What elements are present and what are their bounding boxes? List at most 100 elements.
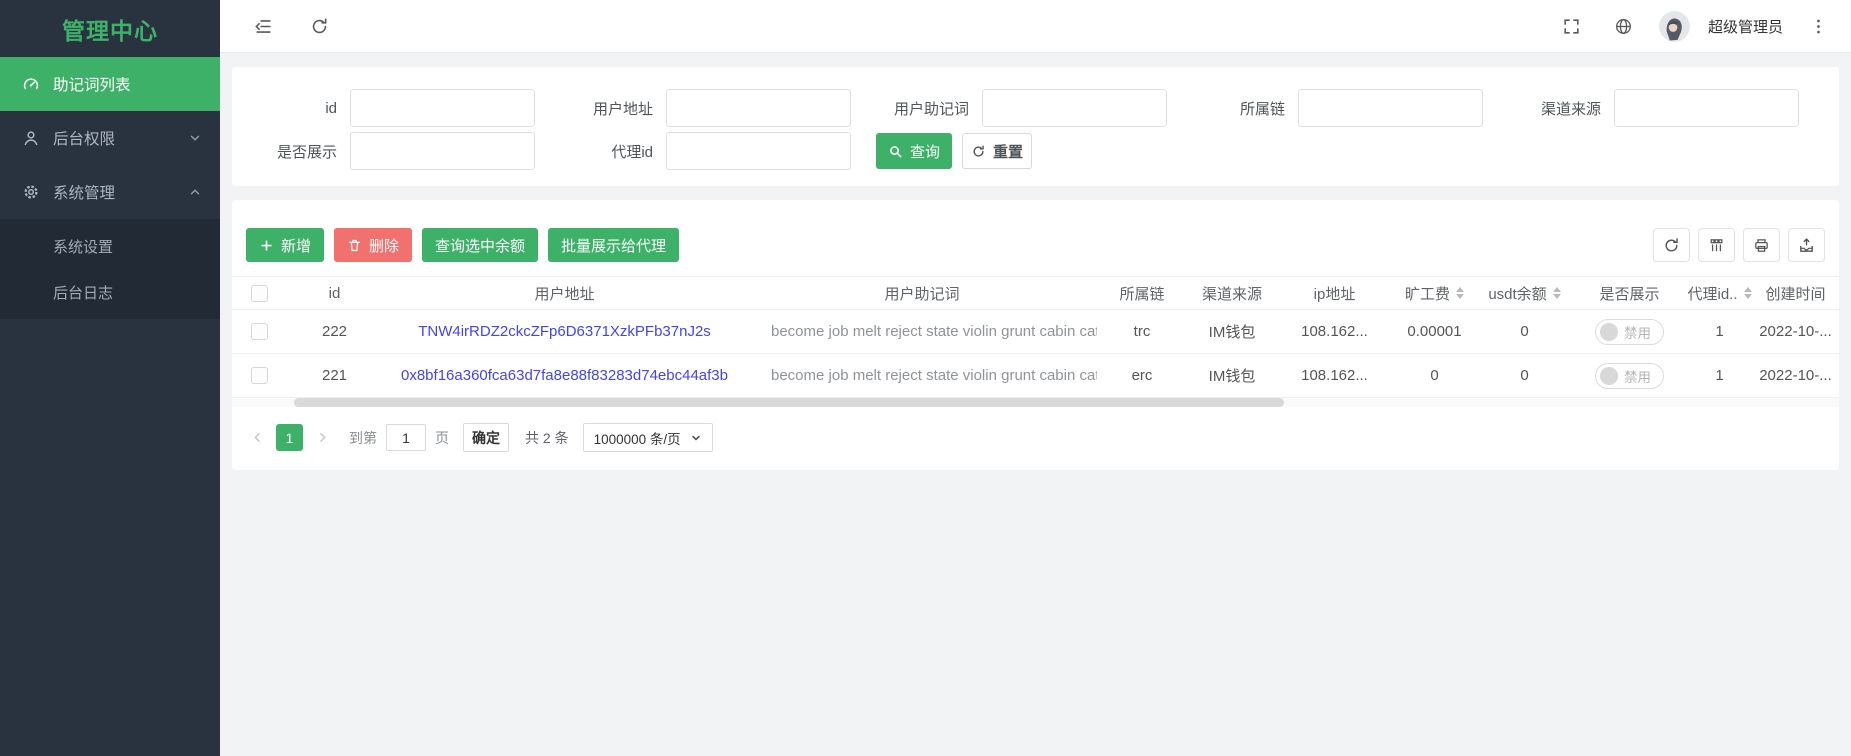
field-agent: 代理id [535,132,851,170]
query-button[interactable]: 查询 [876,133,952,169]
sidebar-item-backend-permission[interactable]: 后台权限 [0,111,220,165]
pagination: 1 到第 页 确定 共 2 条 1000000 条/页 [232,419,1839,460]
horizontal-scrollbar-thumb[interactable] [294,398,1284,407]
table-row: 222 TNW4irRDZ2ckcZFp6D6371XzkPFb37nJ2s b… [232,310,1839,354]
language-globe-icon[interactable] [1607,9,1641,43]
sort-icon[interactable] [1744,287,1752,299]
cell-ip: 108.162... [1277,367,1392,384]
agent-id-input[interactable] [666,132,851,170]
col-agent-sortable[interactable]: 代理id.. [1687,283,1752,304]
table-header-row: id 用户地址 用户助记词 所属链 渠道来源 ip地址 旷工费 usdt余额 是… [232,276,1839,310]
table-panel: 新增 删除 查询选中余额 批量展示给代理 [232,200,1839,470]
delete-button-label: 删除 [369,235,399,256]
col-usdt-sortable[interactable]: usdt余额 [1477,283,1572,304]
cell-usdt: 0 [1477,323,1572,340]
row-checkbox[interactable] [251,323,268,340]
next-page-icon[interactable] [311,424,333,451]
goto-confirm-button[interactable]: 确定 [463,423,509,452]
current-page-button[interactable]: 1 [276,424,303,451]
toggle-knob [1600,367,1618,385]
search-icon [888,144,903,159]
table-row: 221 0x8bf16a360fca63d7fa8e88f83283d74ebc… [232,354,1839,398]
cell-chain: erc [1097,367,1187,384]
table-refresh-icon[interactable] [1653,228,1690,262]
table-action-icons [1653,228,1825,262]
collapse-sidebar-icon[interactable] [246,9,280,43]
channel-input[interactable] [1614,89,1799,127]
sort-icon[interactable] [1456,287,1464,299]
cell-fee: 0 [1392,367,1477,384]
id-input[interactable] [350,89,535,127]
col-channel: 渠道来源 [1187,283,1277,304]
user-address-input[interactable] [666,89,851,127]
delete-button[interactable]: 删除 [334,228,412,262]
cell-agent: 1 [1687,367,1752,384]
cell-mnemonic: become job melt reject state violin grun… [747,367,1097,384]
trash-icon [347,238,362,253]
query-button-label: 查询 [910,141,940,162]
fullscreen-icon[interactable] [1555,9,1589,43]
content-area: id 用户地址 用户助记词 所属链 [220,53,1851,484]
user-address-link[interactable]: 0x8bf16a360fca63d7fa8e88f83283d74ebc44af… [401,367,728,384]
plus-icon [259,238,274,253]
field-mnemonic-label: 用户助记词 [851,98,982,119]
sidebar-item-system-settings[interactable]: 系统设置 [0,223,220,269]
cell-created: 2022-10-... [1752,323,1839,340]
page-unit-label: 页 [435,428,449,448]
batch-display-to-agent-button[interactable]: 批量展示给代理 [548,228,679,262]
dashboard-icon [22,75,40,93]
goto-page-input[interactable] [386,424,426,451]
query-selected-balance-label: 查询选中余额 [435,235,525,256]
more-menu-icon[interactable] [1801,9,1835,43]
sidebar-item-mnemonic-list[interactable]: 助记词列表 [0,57,220,111]
cell-chain: trc [1097,323,1187,340]
current-user-name[interactable]: 超级管理员 [1708,16,1783,37]
chevron-down-icon [188,131,202,145]
reset-button-label: 重置 [993,141,1023,162]
chevron-down-icon [690,432,702,444]
sort-icon[interactable] [1553,287,1561,299]
page-size-select[interactable]: 1000000 条/页 [583,423,713,452]
field-id: id [232,89,535,127]
cell-channel: IM钱包 [1187,365,1277,386]
row-checkbox[interactable] [251,367,268,384]
prev-page-icon[interactable] [246,424,268,451]
col-created: 创建时间 [1752,283,1839,304]
field-address-label: 用户地址 [535,98,666,119]
user-avatar[interactable] [1659,11,1690,42]
add-button-label: 新增 [281,235,311,256]
chain-input[interactable] [1298,89,1483,127]
display-input[interactable] [350,132,535,170]
print-icon[interactable] [1743,228,1780,262]
toggle-knob [1600,323,1618,341]
field-display-label: 是否展示 [232,141,350,162]
app-root: 管理中心 助记词列表 后台权限 系统管理 [0,0,1851,756]
cell-usdt: 0 [1477,367,1572,384]
sidebar-item-label: 助记词列表 [53,73,131,95]
user-mnemonic-input[interactable] [982,89,1167,127]
query-selected-balance-button[interactable]: 查询选中余额 [422,228,538,262]
field-channel: 渠道来源 [1483,89,1799,127]
add-button[interactable]: 新增 [246,228,324,262]
sidebar: 管理中心 助记词列表 后台权限 系统管理 [0,0,220,756]
col-agent-label: 代理id.. [1687,283,1737,304]
cell-ip: 108.162... [1277,323,1392,340]
display-toggle-off[interactable]: 禁用 [1595,363,1664,389]
reset-button[interactable]: 重置 [962,133,1032,169]
sidebar-item-system-management[interactable]: 系统管理 [0,165,220,219]
user-icon [22,129,40,147]
page-size-value: 1000000 条/页 [594,428,681,448]
col-display: 是否展示 [1572,283,1687,304]
user-address-link[interactable]: TNW4irRDZ2ckcZFp6D6371XzkPFb37nJ2s [418,323,711,340]
field-channel-label: 渠道来源 [1483,98,1614,119]
display-toggle-off[interactable]: 禁用 [1595,319,1664,345]
export-icon[interactable] [1788,228,1825,262]
col-fee-sortable[interactable]: 旷工费 [1392,283,1477,304]
search-panel: id 用户地址 用户助记词 所属链 [232,67,1839,186]
cell-id: 221 [287,367,382,384]
refresh-page-icon[interactable] [302,9,336,43]
sidebar-item-backend-logs[interactable]: 后台日志 [0,269,220,315]
reset-icon [971,144,986,159]
select-all-checkbox[interactable] [251,285,268,302]
column-filter-icon[interactable] [1698,228,1735,262]
